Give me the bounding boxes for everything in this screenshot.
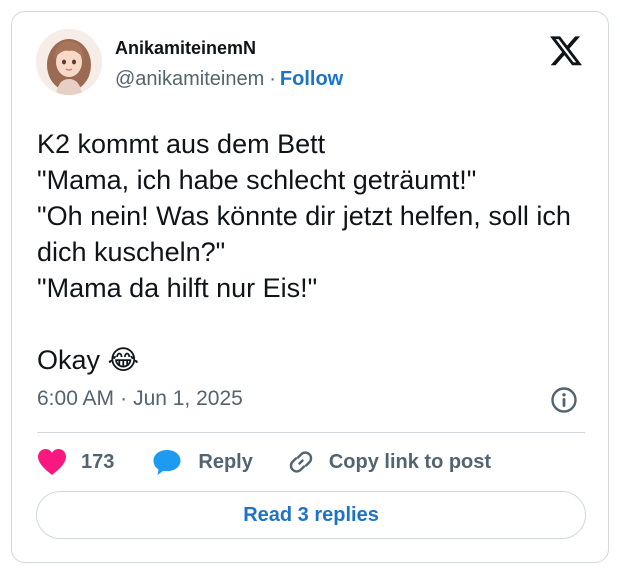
avatar[interactable]	[36, 29, 102, 95]
tweet-card: AnikamiteinemN @anikamiteinem · Follow K2 …	[11, 11, 609, 563]
separator-dot: ·	[120, 387, 128, 410]
like-button[interactable]: 173	[37, 448, 114, 476]
info-icon[interactable]	[550, 386, 578, 414]
follow-button[interactable]: Follow	[280, 68, 343, 90]
author-info: AnikamiteinemN @anikamiteinem · Follow	[115, 36, 343, 92]
speech-bubble-icon	[153, 450, 181, 475]
handle[interactable]: @anikamiteinem	[115, 68, 264, 90]
tweet-date: Jun 1, 2025	[133, 387, 243, 410]
timestamp[interactable]: 6:00 AM · Jun 1, 2025	[37, 386, 243, 412]
tweet-text: K2 kommt aus dem Bett "Mama, ich habe sc…	[37, 129, 571, 375]
read-replies-button[interactable]: Read 3 replies	[36, 491, 586, 539]
heart-icon	[38, 449, 66, 475]
handle-row: @anikamiteinem · Follow	[115, 66, 343, 92]
like-count: 173	[81, 450, 115, 473]
link-icon	[289, 451, 313, 473]
reply-button[interactable]: Reply	[152, 448, 253, 476]
display-name[interactable]: AnikamiteinemN	[115, 36, 343, 60]
x-logo-icon[interactable]	[550, 36, 582, 66]
reply-label: Reply	[198, 450, 253, 473]
divider	[37, 432, 585, 433]
tweet-time: 6:00 AM	[37, 387, 115, 410]
avatar-illustration	[36, 29, 102, 95]
separator-dot: ·	[269, 68, 276, 90]
action-bar: 173 Reply Copy link to post	[37, 445, 491, 479]
copy-link-button[interactable]: Copy link to post	[287, 448, 491, 476]
copy-link-label: Copy link to post	[328, 450, 492, 473]
